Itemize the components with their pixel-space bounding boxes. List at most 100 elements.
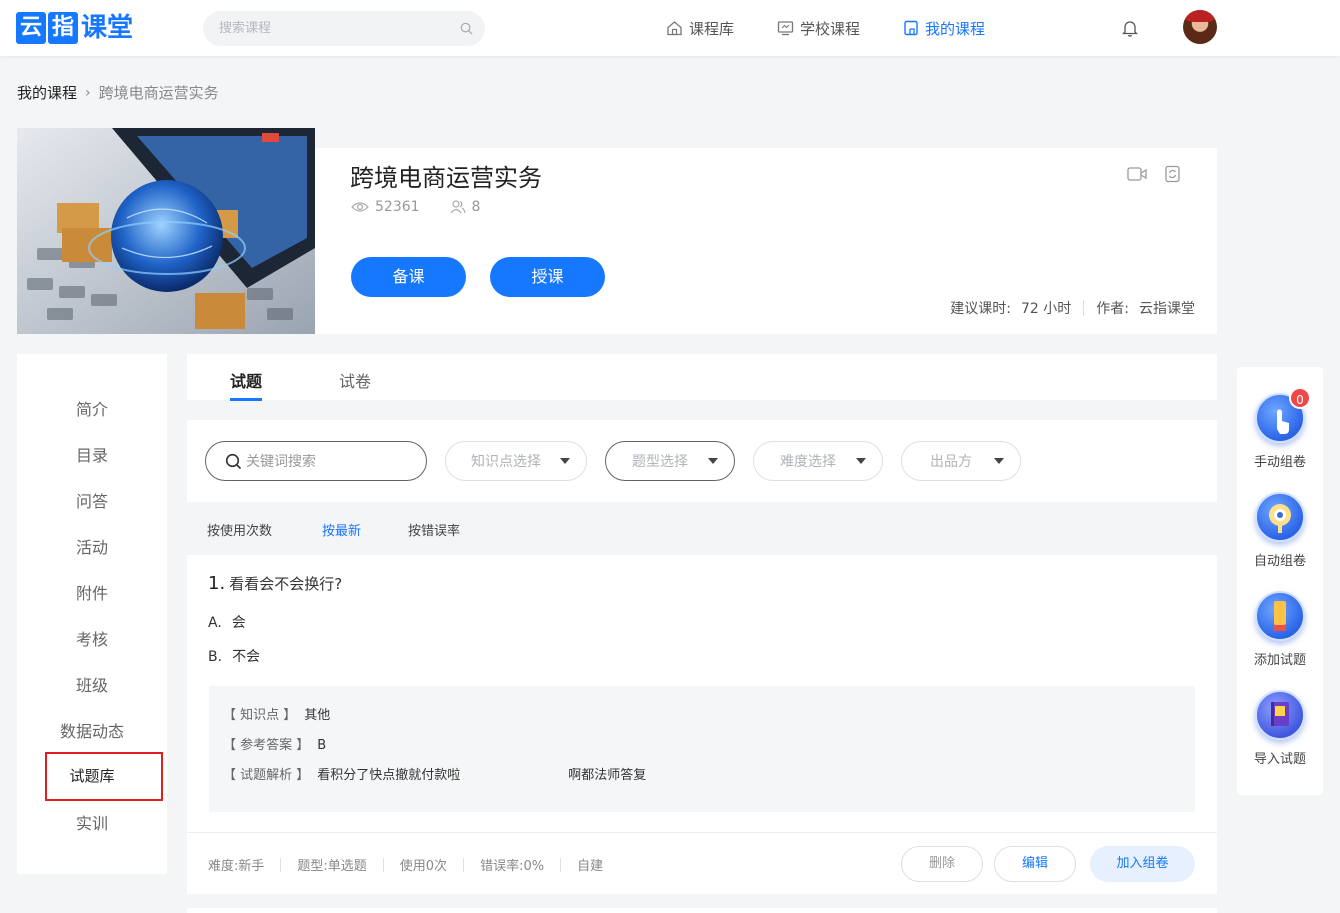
top-navigation-bar: 云 指 课堂 课程库 学校课程 我的课程 (0, 0, 1340, 56)
question-number: 1. (208, 573, 226, 594)
caret-down-icon (994, 458, 1004, 464)
auto-compose-button[interactable]: 自动组卷 (1237, 492, 1323, 569)
caret-down-icon (560, 458, 570, 464)
course-cover-image (17, 128, 315, 334)
add-question-label: 添加试题 (1253, 653, 1306, 668)
logo-mark-2: 指 (48, 12, 79, 44)
answer-value: B (317, 738, 327, 753)
knowledge-value: 其他 (304, 708, 331, 723)
nav-label: 我的课程 (925, 19, 986, 38)
breadcrumb: 我的课程 › 跨境电商运营实务 (17, 82, 219, 103)
publisher-select[interactable]: 出品方 (901, 441, 1021, 481)
type-select-label: 题型选择 (632, 454, 688, 470)
sidebar-item-intro[interactable]: 简介 (17, 396, 167, 420)
active-tab-indicator (230, 398, 262, 401)
tab-questions[interactable]: 试题 (230, 368, 262, 392)
answer-row: 【 参考答案 】 B (223, 734, 326, 753)
hours-label: 建议课时: (950, 301, 1012, 317)
teach-button[interactable]: 授课 (490, 257, 605, 297)
error-rate-text: 错误率:0% (480, 859, 545, 874)
edit-button[interactable]: 编辑 (994, 846, 1076, 882)
eye-icon (1255, 492, 1305, 542)
avatar[interactable] (1183, 10, 1217, 44)
refresh-doc-icon[interactable] (1163, 165, 1183, 183)
option-key: B. (208, 649, 223, 665)
prepare-lesson-button[interactable]: 备课 (351, 257, 466, 297)
sort-by-error-rate[interactable]: 按错误率 (408, 520, 460, 539)
globe-laptop-illustration (17, 128, 315, 334)
usage-text: 使用0次 (399, 859, 448, 874)
nav-course-library[interactable]: 课程库 (666, 0, 734, 56)
sidebar-item-attachments[interactable]: 附件 (17, 580, 167, 604)
course-meta: 建议课时: 72 小时 作者: 云指课堂 (950, 298, 1195, 318)
video-icon[interactable] (1127, 165, 1147, 183)
divider (463, 857, 465, 872)
knowledge-row: 【 知识点 】其他 (223, 704, 330, 723)
sidebar-item-class[interactable]: 班级 (17, 672, 167, 696)
divider (1083, 300, 1085, 316)
publisher-select-label: 出品方 (930, 454, 972, 470)
difficulty-select-label: 难度选择 (780, 454, 836, 470)
nav-my-courses[interactable]: 我的课程 (903, 0, 985, 56)
next-question-card (187, 908, 1217, 913)
type-select[interactable]: 题型选择 (605, 441, 735, 481)
logo[interactable]: 云 指 课堂 (16, 12, 133, 44)
sort-by-usage[interactable]: 按使用次数 (207, 520, 272, 539)
breadcrumb-root[interactable]: 我的课程 (17, 82, 77, 103)
question-text: 看看会不会换行? (229, 575, 343, 593)
sort-by-newest[interactable]: 按最新 (322, 520, 361, 539)
add-question-button[interactable]: 添加试题 (1237, 591, 1323, 668)
sidebar-item-assessment[interactable]: 考核 (17, 626, 167, 650)
question-card: 1. 看看会不会换行? A. 会 B. 不会 【 知识点 】其他 【 参考答案 】 B … (187, 555, 1217, 894)
keyword-search-field[interactable]: 关键词搜索 (205, 441, 427, 481)
option-b: B. 不会 (208, 646, 260, 666)
option-a: A. 会 (208, 612, 246, 632)
nav-school-courses[interactable]: 学校课程 (777, 0, 860, 56)
sidebar-item-data[interactable]: 数据动态 (17, 718, 167, 742)
book-icon (1255, 690, 1305, 740)
add-to-paper-button[interactable]: 加入组卷 (1090, 846, 1195, 882)
knowledge-select-label: 知识点选择 (471, 454, 541, 470)
divider (560, 857, 562, 872)
import-questions-button[interactable]: 导入试题 (1237, 690, 1323, 767)
analysis-value-2: 啊都法师答复 (568, 768, 647, 783)
logo-mark-1: 云 (16, 12, 47, 44)
question-explanation: 【 知识点 】其他 【 参考答案 】 B 【 试题解析 】看积分了快点撤就付款啦 啊… (209, 686, 1195, 812)
knowledge-select[interactable]: 知识点选择 (445, 441, 587, 481)
home-icon (667, 21, 682, 36)
manual-compose-label: 手动组卷 (1253, 455, 1306, 470)
nav-label: 课程库 (689, 19, 735, 38)
sidebar-item-catalog[interactable]: 目录 (17, 442, 167, 466)
search-icon[interactable] (460, 22, 473, 35)
delete-button[interactable]: 删除 (901, 846, 983, 882)
sidebar-item-qa[interactable]: 问答 (17, 488, 167, 512)
manual-compose-button[interactable]: 0 手动组卷 (1237, 387, 1323, 470)
difficulty-select[interactable]: 难度选择 (753, 441, 883, 481)
analysis-value: 看积分了快点撤就付款啦 (317, 768, 461, 783)
course-search-input[interactable] (203, 11, 433, 46)
users-icon (450, 200, 466, 214)
course-stats: 52361 8 (351, 199, 480, 215)
question-footer: 难度:新手 题型:单选题 使用0次 错误率:0% 自建 删除 编辑 加入组卷 (187, 832, 1217, 894)
paper-tools-panel: 0 手动组卷 自动组卷 添加试题 导入试题 (1237, 367, 1323, 795)
author-label: 作者: (1096, 301, 1129, 317)
sidebar-item-training[interactable]: 实训 (17, 810, 167, 834)
sidebar-item-activity[interactable]: 活动 (17, 534, 167, 558)
analysis-label: 【 试题解析 】 (223, 768, 310, 783)
bell-icon[interactable] (1122, 19, 1138, 37)
tab-bar: 试题 试卷 (187, 354, 1217, 401)
filter-bar: 关键词搜索 知识点选择 题型选择 难度选择 出品方 (187, 420, 1217, 502)
pencil-icon (1255, 591, 1305, 641)
source-text: 自建 (577, 859, 604, 874)
import-questions-label: 导入试题 (1253, 752, 1306, 767)
course-info-card: 跨境电商运营实务 52361 8 备课 授课 建议课时: 72 小时 作者: 云… (315, 148, 1217, 334)
nav-label: 学校课程 (800, 19, 861, 38)
course-title: 跨境电商运营实务 (350, 164, 542, 192)
tab-papers[interactable]: 试卷 (339, 368, 371, 392)
author-value: 云指课堂 (1139, 301, 1195, 317)
divider (382, 857, 384, 872)
question-meta: 难度:新手 题型:单选题 使用0次 错误率:0% 自建 (208, 855, 603, 874)
question-type-text: 题型:单选题 (297, 859, 367, 874)
option-text: 不会 (232, 649, 261, 665)
answer-label: 【 参考答案 】 (223, 738, 310, 753)
